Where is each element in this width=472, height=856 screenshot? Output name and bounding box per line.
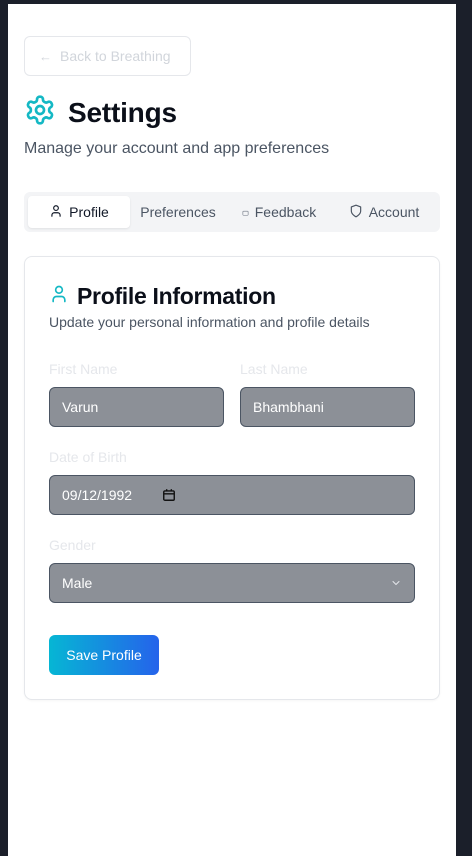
dob-label: Date of Birth: [49, 449, 127, 465]
tab-label: Feedback: [254, 204, 317, 220]
back-button-label: Back to Breathing: [60, 48, 171, 64]
profile-card: Profile Information Update your personal…: [24, 256, 440, 700]
card-header: Profile Information: [49, 283, 276, 310]
user-icon: [49, 284, 69, 309]
tab-preferences[interactable]: Preferences: [130, 196, 226, 228]
card-title: Profile Information: [77, 283, 276, 309]
tab-profile[interactable]: Profile: [28, 196, 130, 228]
gender-label: Gender: [49, 537, 96, 553]
gender-select[interactable]: Male: [49, 563, 415, 603]
gender-value: Male: [62, 575, 93, 591]
last-name-value: Bhambhani: [253, 399, 324, 415]
gear-icon: [24, 94, 56, 131]
page-subtitle: Manage your account and app preferences: [24, 140, 330, 157]
back-button[interactable]: ← Back to Breathing: [24, 36, 191, 76]
first-name-input[interactable]: Varun: [49, 387, 224, 427]
settings-tabs: Profile Preferences Feedback Account: [24, 192, 440, 232]
calendar-icon[interactable]: [162, 488, 176, 502]
first-name-label: First Name: [49, 361, 118, 377]
dob-input[interactable]: 09/12/1992: [49, 475, 415, 515]
arrow-left-icon: ←: [39, 48, 52, 64]
tab-account[interactable]: Account: [332, 196, 436, 228]
tab-feedback[interactable]: Feedback: [226, 196, 332, 228]
last-name-label: Last Name: [240, 361, 308, 377]
tab-label: Preferences: [140, 204, 216, 220]
user-icon: [49, 204, 63, 221]
shield-icon: [349, 204, 363, 221]
first-name-value: Varun: [62, 399, 99, 415]
tab-label: Profile: [69, 204, 109, 220]
last-name-input[interactable]: Bhambhani: [240, 387, 415, 427]
message-icon: [242, 204, 249, 220]
chevron-down-icon: [390, 577, 402, 589]
dob-value: 09/12/1992: [62, 487, 133, 503]
page-header: Settings: [24, 94, 177, 131]
tab-label: Account: [368, 204, 420, 220]
save-profile-button[interactable]: Save Profile: [49, 635, 159, 675]
settings-panel: ← Back to Breathing Settings Manage your…: [8, 4, 456, 856]
card-description: Update your personal information and pro…: [49, 314, 370, 330]
page-title: Settings: [68, 96, 177, 128]
